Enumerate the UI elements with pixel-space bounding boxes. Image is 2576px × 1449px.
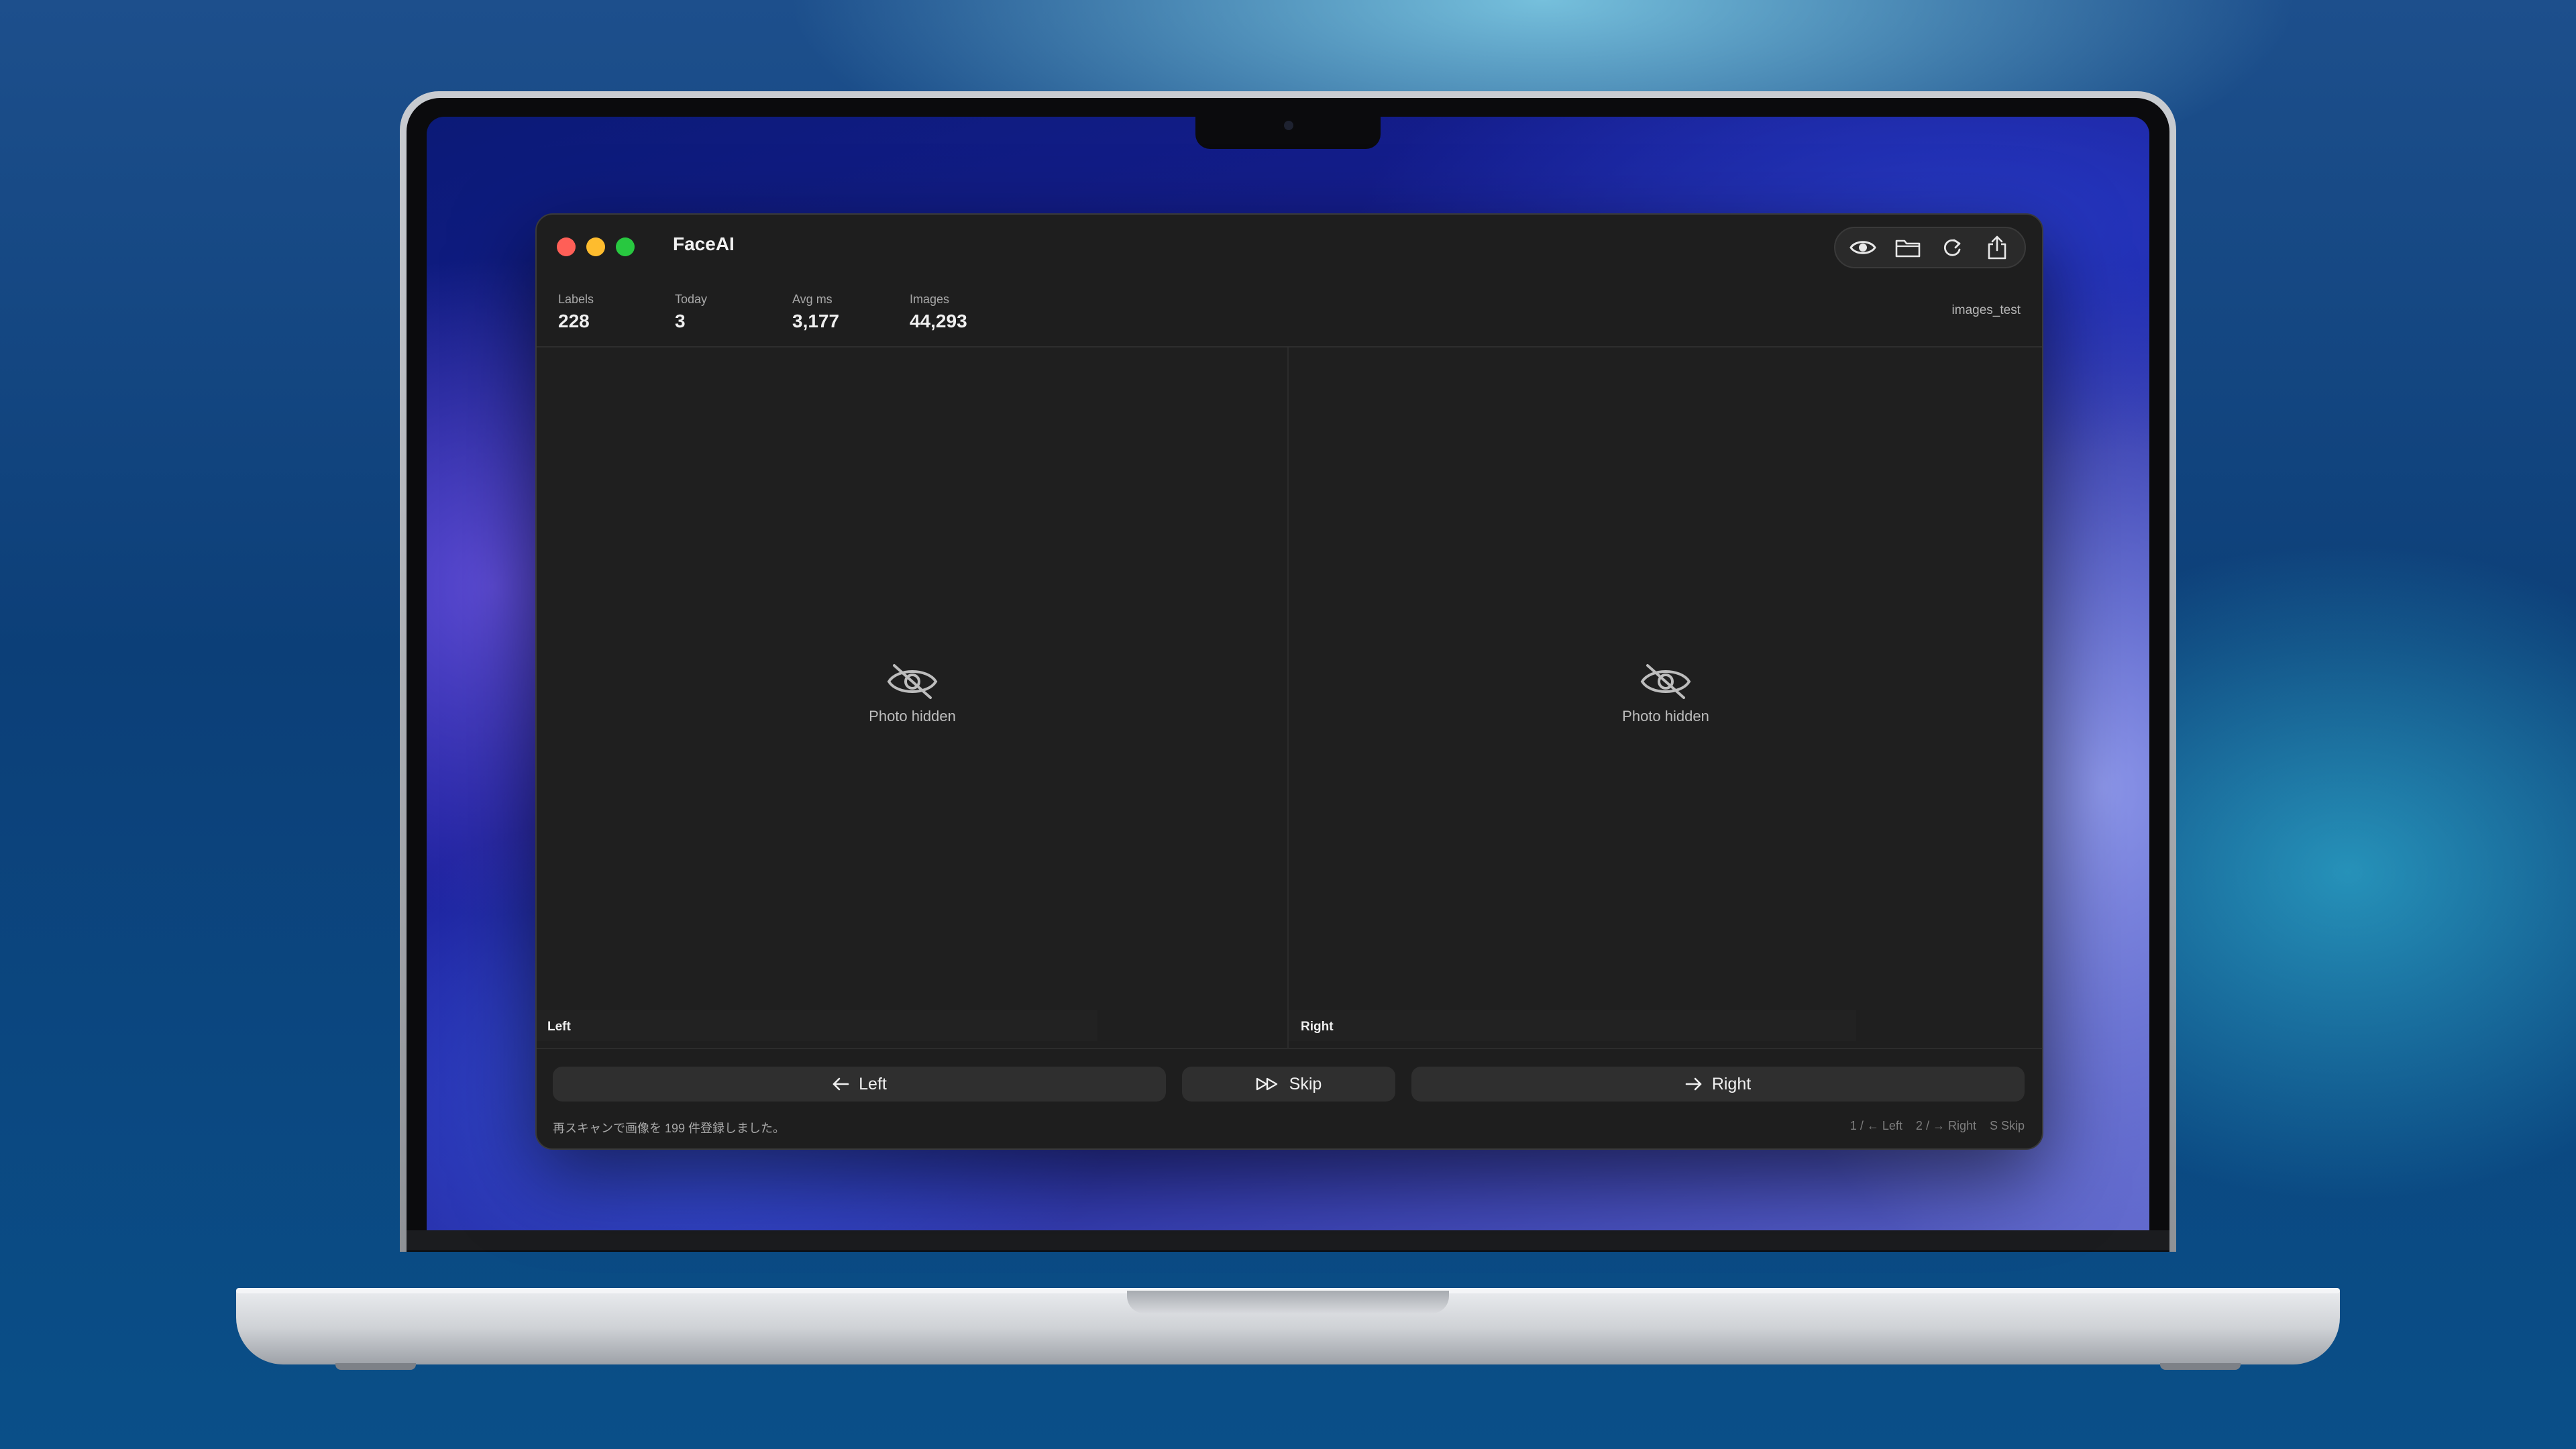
refresh-icon — [1944, 239, 1961, 256]
skip-button[interactable]: Skip — [1182, 1067, 1395, 1102]
zoom-window-button[interactable] — [616, 237, 635, 256]
eye-slash-icon — [887, 664, 938, 699]
laptop-foot-left — [335, 1363, 416, 1370]
stat-value: 3 — [675, 311, 686, 331]
folder-icon — [1895, 239, 1921, 258]
title-bar: FaceAI — [537, 215, 2042, 279]
left-hidden-placeholder: Photo hidden — [812, 663, 1013, 725]
right-pane-label: Right — [1301, 1020, 1334, 1034]
camera — [1284, 121, 1293, 130]
fast-forward-icon — [1256, 1077, 1277, 1091]
app-window: FaceAI Labels 228 Today 3 Avg ms 3,177 I… — [535, 213, 2043, 1150]
export-button[interactable] — [1978, 229, 2016, 266]
shortcut-hints: 1 / ← Left 2 / → Right S Skip — [1849, 1119, 2025, 1132]
left-photo-pane[interactable]: Photo hidden Left — [537, 347, 1287, 1048]
close-window-button[interactable] — [557, 237, 576, 256]
stats-bar: Labels 228 Today 3 Avg ms 3,177 Images 4… — [537, 279, 2042, 347]
toolbar — [1834, 227, 2026, 268]
right-photo-pane[interactable]: Photo hidden Right — [1289, 347, 2042, 1048]
toggle-photo-visibility-button[interactable] — [1844, 229, 1882, 266]
left-pane-label: Left — [547, 1020, 571, 1034]
eye-slash-icon — [1640, 664, 1691, 699]
stat-value: 3,177 — [792, 311, 840, 331]
stat-images: Images 44,293 — [910, 292, 967, 332]
eye-icon — [1849, 241, 1877, 254]
action-bar: Left Skip Right 再スキャンで画像を 199 件登録しました。 1… — [537, 1048, 2042, 1148]
rescan-button[interactable] — [1933, 229, 1971, 266]
choose-left-label: Left — [859, 1074, 887, 1093]
app-title: FaceAI — [673, 233, 735, 254]
minimize-window-button[interactable] — [586, 237, 605, 256]
status-message: 再スキャンで画像を 199 件登録しました。 — [553, 1122, 786, 1135]
stat-label: Avg ms — [792, 292, 833, 306]
stat-label: Labels — [558, 292, 594, 306]
open-folder-button[interactable] — [1889, 229, 1927, 266]
stat-label: Images — [910, 292, 950, 306]
choose-right-button[interactable]: Right — [1411, 1067, 2025, 1102]
share-icon — [1988, 235, 2006, 260]
stat-avg-ms: Avg ms 3,177 — [792, 292, 839, 332]
photo-hidden-text: Photo hidden — [869, 708, 956, 724]
laptop-hinge — [407, 1230, 2169, 1250]
right-label-strip — [1289, 1010, 1856, 1041]
photo-hidden-text: Photo hidden — [1622, 708, 1709, 724]
trackpad-lip — [1127, 1291, 1449, 1313]
stat-value: 44,293 — [910, 311, 967, 331]
arrow-right-icon — [1685, 1077, 1702, 1091]
folder-name: images_test — [1951, 303, 2021, 317]
stat-value: 228 — [558, 311, 590, 331]
stat-labels: Labels 228 — [558, 292, 594, 332]
laptop-foot-right — [2160, 1363, 2241, 1370]
stat-label: Today — [675, 292, 708, 306]
choose-left-button[interactable]: Left — [553, 1067, 1166, 1102]
arrow-left-icon — [833, 1077, 849, 1091]
left-label-strip — [537, 1010, 1097, 1041]
choose-right-label: Right — [1711, 1074, 1752, 1093]
stat-today: Today 3 — [675, 292, 707, 332]
camera-notch — [1195, 114, 1381, 149]
skip-label: Skip — [1289, 1074, 1322, 1093]
right-hidden-placeholder: Photo hidden — [1565, 663, 1766, 725]
